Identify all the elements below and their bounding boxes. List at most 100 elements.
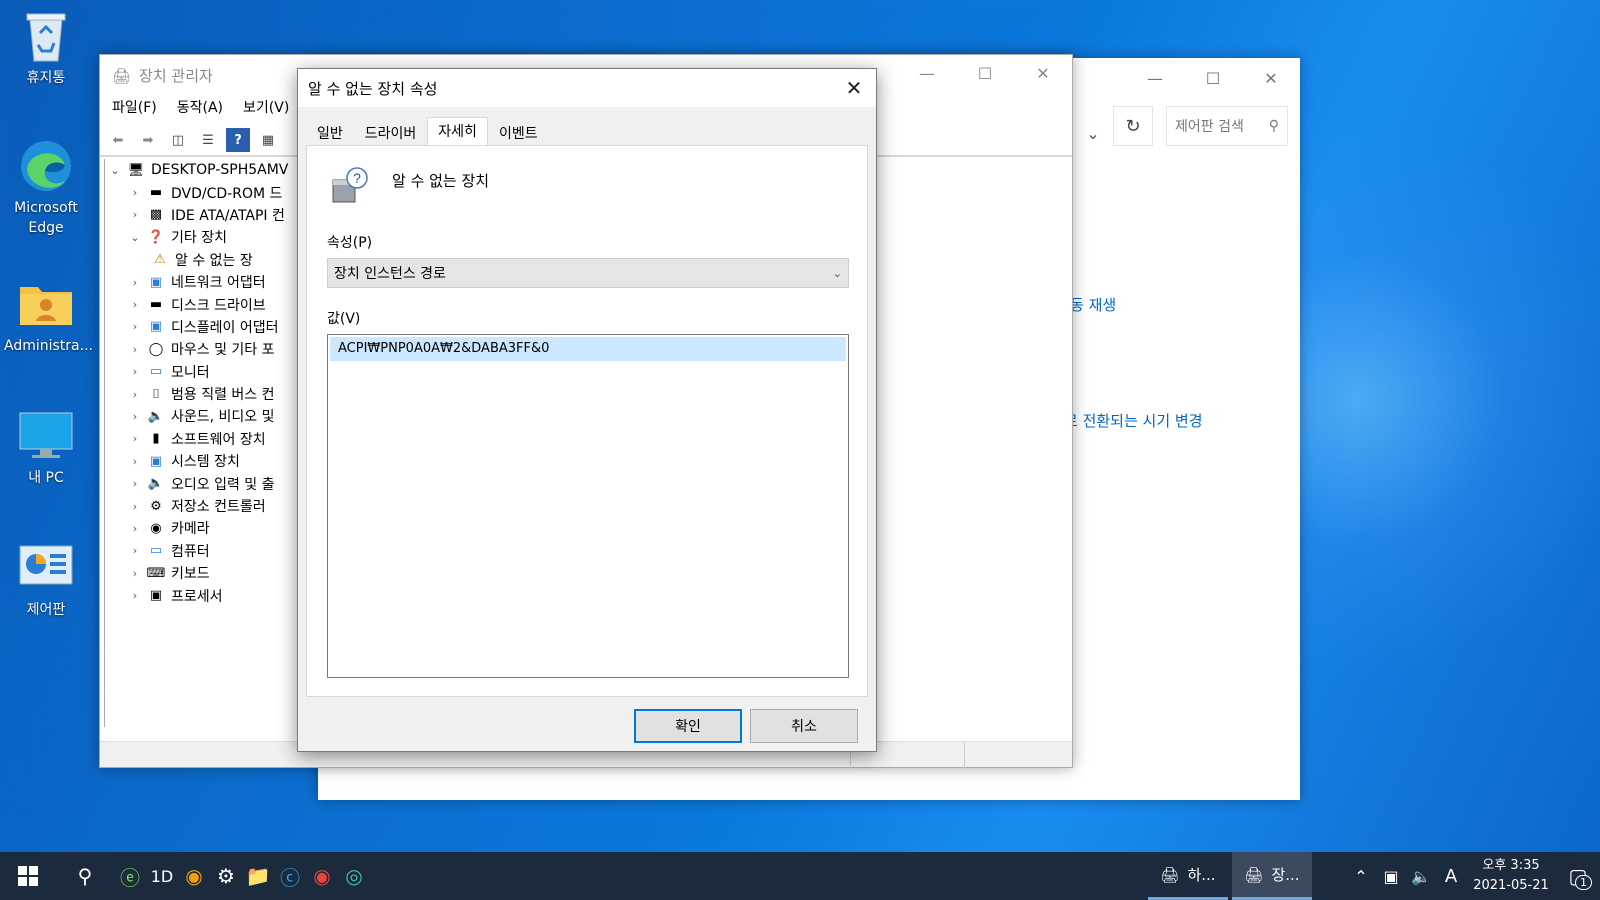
address-dropdown-icon[interactable]: ⌄ <box>1078 118 1108 148</box>
collapse-chevron-icon[interactable]: ⌄ <box>125 231 145 244</box>
tree-item-network[interactable]: › ▣ 네트워크 어댑터 <box>105 271 304 293</box>
device-tree: ⌄ 🖥 DESKTOP-SPH5AMV › ▬ DVD/CD-ROM 드 › ▩ IDE… <box>104 159 304 727</box>
tree-item-camera[interactable]: › ◉ 카메라 <box>105 517 304 539</box>
tree-item-ide[interactable]: › ▩ IDE ATA/ATAPI 컨 <box>105 204 304 226</box>
tree-item-mouse[interactable]: › ◯ 마우스 및 기타 포 <box>105 338 304 360</box>
minimize-icon[interactable]: — <box>898 55 956 91</box>
expand-chevron-icon[interactable]: › <box>125 544 145 557</box>
tree-item-display[interactable]: › ▣ 디스플레이 어댑터 <box>105 316 304 338</box>
search-icon: ⚲ <box>77 864 93 888</box>
tab-driver[interactable]: 드라이버 <box>353 121 428 145</box>
tab-events[interactable]: 이벤트 <box>487 121 549 145</box>
app-1d-icon[interactable]: 1D <box>146 852 178 900</box>
tree-item-usb[interactable]: › ⌷ 범용 직렬 버스 컨 <box>105 383 304 405</box>
edge-icon[interactable]: ◎ <box>338 852 370 900</box>
tree-item-processor[interactable]: › ▣ 프로세서 <box>105 584 304 606</box>
volume-icon[interactable]: 🔈 <box>1406 867 1436 886</box>
processor-icon: ▣ <box>149 588 163 604</box>
tree-item-label: 소프트웨어 장치 <box>171 431 266 448</box>
minimize-icon[interactable]: — <box>1126 58 1184 98</box>
tree-item-unknown-device[interactable]: ⚠ 알 수 없는 장 <box>105 249 304 271</box>
control-panel-link-change-time[interactable]: 로 전환되는 시기 변경 <box>1064 410 1203 431</box>
expand-chevron-icon[interactable]: › <box>125 522 145 535</box>
tree-item-storage[interactable]: › ⚙ 저장소 컨트롤러 <box>105 495 304 517</box>
expand-chevron-icon[interactable]: › <box>125 320 145 333</box>
action-center-button[interactable]: ▢ 1 <box>1556 852 1600 900</box>
expand-chevron-icon[interactable]: › <box>125 500 145 513</box>
tab-details[interactable]: 자세히 <box>427 117 488 145</box>
expand-chevron-icon[interactable]: › <box>125 208 145 221</box>
expand-chevron-icon[interactable]: › <box>125 455 145 468</box>
taskbar-search-button[interactable]: ⚲ <box>56 852 114 900</box>
expand-chevron-icon[interactable]: › <box>125 410 145 423</box>
desktop-icon-this-pc[interactable]: 내 PC <box>4 408 88 488</box>
expand-chevron-icon[interactable]: › <box>125 298 145 311</box>
device-name: 알 수 없는 장치 <box>392 172 490 190</box>
tree-item-sound[interactable]: › 🔈 사운드, 비디오 및 <box>105 405 304 427</box>
tree-item-label: 네트워크 어댑터 <box>171 275 266 292</box>
desktop-icon-control-panel[interactable]: 제어판 <box>4 540 88 620</box>
chevron-up-icon[interactable]: ⌃ <box>1346 867 1376 886</box>
close-icon[interactable]: ✕ <box>838 73 870 103</box>
expand-chevron-icon[interactable]: › <box>125 186 145 199</box>
close-icon[interactable]: ✕ <box>1242 58 1300 98</box>
tree-item-dvd[interactable]: › ▬ DVD/CD-ROM 드 <box>105 181 304 203</box>
show-hide-console-icon[interactable]: ◫ <box>166 128 190 152</box>
network-icon[interactable]: ▣ <box>1376 867 1406 886</box>
ok-button[interactable]: 확인 <box>634 709 742 743</box>
tree-item-software[interactable]: › ▮ 소프트웨어 장치 <box>105 428 304 450</box>
menu-view[interactable]: 보기(V) <box>243 97 289 117</box>
tree-item-label: 프로세서 <box>171 588 223 605</box>
taskbar-task-device-manager[interactable]: 🖨 장... <box>1232 852 1312 900</box>
expand-chevron-icon[interactable]: › <box>125 432 145 445</box>
menu-file[interactable]: 파일(F) <box>112 97 157 117</box>
desktop-icon-recycle-bin[interactable]: 휴지통 <box>4 8 88 88</box>
maximize-icon[interactable]: ☐ <box>1184 58 1242 98</box>
taskbar-task-control-panel[interactable]: 🖨 하... <box>1148 852 1228 900</box>
app-eye-icon[interactable]: ◉ <box>178 852 210 900</box>
system-device-icon: ▣ <box>149 453 163 469</box>
refresh-button[interactable]: ↻ <box>1113 106 1153 146</box>
value-list[interactable]: ACPI₩PNP0A0A₩2&DABA3FF&0 <box>327 334 849 678</box>
clock[interactable]: 오후 3:35 2021-05-21 <box>1466 856 1556 896</box>
expand-chevron-icon[interactable]: › <box>125 365 145 378</box>
expand-chevron-icon[interactable]: › <box>125 343 145 356</box>
ime-indicator[interactable]: A <box>1436 866 1466 887</box>
expand-chevron-icon[interactable]: › <box>125 388 145 401</box>
control-panel-search-input[interactable]: 제어판 검색 ⚲ <box>1166 106 1288 146</box>
menu-action[interactable]: 동작(A) <box>177 97 223 117</box>
internet-explorer-icon[interactable]: ⓒ <box>274 852 306 900</box>
expand-chevron-icon[interactable]: › <box>125 589 145 602</box>
chrome-icon[interactable]: ◉ <box>306 852 338 900</box>
tree-item-computer[interactable]: › ▭ 컴퓨터 <box>105 540 304 562</box>
collapse-chevron-icon[interactable]: ⌄ <box>105 164 125 177</box>
file-explorer-icon[interactable]: 📁 <box>242 852 274 900</box>
tab-general[interactable]: 일반 <box>306 121 354 145</box>
properties-icon[interactable]: ☰ <box>196 128 220 152</box>
update-driver-icon[interactable]: ▦ <box>256 128 280 152</box>
desktop-icon-edge[interactable]: Microsoft Edge <box>4 138 88 238</box>
value-list-item[interactable]: ACPI₩PNP0A0A₩2&DABA3FF&0 <box>330 337 846 361</box>
desktop-icon-administrator[interactable]: Administra... <box>4 276 93 356</box>
expand-chevron-icon[interactable]: › <box>125 477 145 490</box>
tree-item-monitor[interactable]: › ▭ 모니터 <box>105 361 304 383</box>
tree-item-keyboard[interactable]: › ⌨ 키보드 <box>105 562 304 584</box>
maximize-icon[interactable]: ☐ <box>956 55 1014 91</box>
tree-item-audio[interactable]: › 🔈 오디오 입력 및 출 <box>105 472 304 494</box>
start-button[interactable] <box>0 852 56 900</box>
help-icon[interactable]: ? <box>226 128 250 152</box>
expand-chevron-icon[interactable]: › <box>125 567 145 580</box>
back-arrow-icon[interactable]: ⬅ <box>106 128 130 152</box>
close-icon[interactable]: ✕ <box>1014 55 1072 91</box>
expand-chevron-icon[interactable]: › <box>125 276 145 289</box>
tree-item-other-devices[interactable]: ⌄ ❓ 기타 장치 <box>105 226 304 248</box>
property-select[interactable]: 장치 인스턴스 경로 ⌄ <box>327 258 849 288</box>
forward-arrow-icon[interactable]: ➡ <box>136 128 160 152</box>
tree-root[interactable]: ⌄ 🖥 DESKTOP-SPH5AMV <box>105 159 304 181</box>
control-panel-link-autoplay[interactable]: 동 재생 <box>1070 294 1116 315</box>
tree-item-system[interactable]: › ▣ 시스템 장치 <box>105 450 304 472</box>
app-gear-icon[interactable]: ⚙ <box>210 852 242 900</box>
utorrent-icon[interactable]: ⓔ <box>114 852 146 900</box>
cancel-button[interactable]: 취소 <box>750 709 858 743</box>
tree-item-disk[interactable]: › ▬ 디스크 드라이브 <box>105 293 304 315</box>
